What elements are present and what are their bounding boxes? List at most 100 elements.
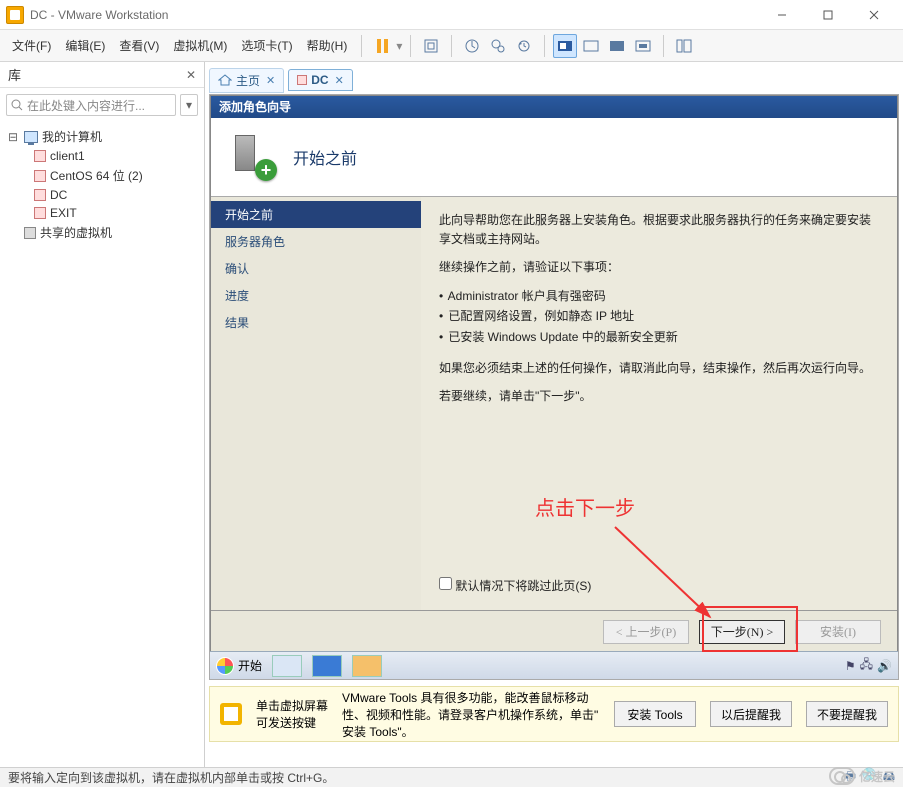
library-title: 库 xyxy=(8,65,21,84)
skip-label: 默认情况下将跳过此页(S) xyxy=(455,579,591,593)
close-button[interactable] xyxy=(851,1,897,29)
menu-vm[interactable]: 虚拟机(M) xyxy=(167,33,233,58)
bullet-1: • Administrator 帐户具有强密码 xyxy=(439,287,879,306)
taskbar-app-server-manager[interactable] xyxy=(272,655,302,677)
view-unity-button[interactable] xyxy=(579,34,603,58)
guest-taskbar[interactable]: 开始 ⚑ 🖧 🔊 xyxy=(210,651,898,679)
tree-item-exit[interactable]: EXIT xyxy=(6,204,198,222)
bullet-3: • 已安装 Windows Update 中的最新安全更新 xyxy=(439,328,879,347)
library-tree: ⊟ 我的计算机 client1 CentOS 64 位 (2) DC EXIT … xyxy=(0,122,204,247)
wizard-banner: + 开始之前 xyxy=(211,118,897,196)
nav-results[interactable]: 结果 xyxy=(211,309,421,336)
menu-tabs[interactable]: 选项卡(T) xyxy=(235,33,298,58)
snapshot-button[interactable] xyxy=(460,34,484,58)
tree-item-centos[interactable]: CentOS 64 位 (2) xyxy=(6,165,198,186)
computer-icon xyxy=(24,131,38,143)
nav-progress[interactable]: 进度 xyxy=(211,282,421,309)
vm-icon xyxy=(34,189,46,201)
drive-icon: 🖴 xyxy=(883,767,895,788)
app-icon xyxy=(6,6,24,24)
tab-dc[interactable]: DC ✕ xyxy=(288,69,353,91)
view-seamless-button[interactable] xyxy=(631,34,655,58)
window-title: DC - VMware Workstation xyxy=(30,8,168,22)
main-area: 主页 ✕ DC ✕ 添加角色向导 + 开始之前 xyxy=(205,62,903,767)
skip-checkbox[interactable] xyxy=(439,577,452,590)
revert-button[interactable] xyxy=(512,34,536,58)
vm-icon xyxy=(34,170,46,182)
view-fullscreen-button[interactable] xyxy=(605,34,629,58)
status-bar: 要将输入定向到该虚拟机，请在虚拟机内部单击或按 Ctrl+G。 🖶 💿 🖴 xyxy=(0,767,903,787)
vm-icon xyxy=(297,75,307,85)
wizard-cancel-note: 如果您必须结束上述的任何操作，请取消此向导，结束操作，然后再次运行向导。 xyxy=(439,359,879,378)
nav-roles[interactable]: 服务器角色 xyxy=(211,228,421,255)
wizard-verify: 继续操作之前，请验证以下事项： xyxy=(439,258,879,277)
tree-my-computer[interactable]: ⊟ 我的计算机 xyxy=(6,126,198,147)
nav-confirm[interactable]: 确认 xyxy=(211,255,421,282)
wizard-content: 此向导帮助您在此服务器上安装角色。根据要求此服务器执行的任务来确定要安装享文档或… xyxy=(421,197,897,610)
vm-icon xyxy=(34,207,46,219)
view-console-button[interactable] xyxy=(553,34,577,58)
printer-icon: 🖶 xyxy=(845,767,856,788)
search-icon xyxy=(11,99,23,111)
tray-flag-icon: ⚑ xyxy=(845,659,856,673)
next-button[interactable]: 下一步(N) > xyxy=(699,620,785,644)
pause-button[interactable] xyxy=(370,34,394,58)
infobar-tip: 单击虚拟屏幕 可发送按键 xyxy=(256,697,328,731)
install-tools-button[interactable]: 安装 Tools xyxy=(614,701,696,727)
install-button: 安装(I) xyxy=(795,620,881,644)
guest-screen[interactable]: 添加角色向导 + 开始之前 开始之前 服务器角色 确认 进度 结果 xyxy=(209,94,899,680)
wizard-nav: 开始之前 服务器角色 确认 进度 结果 xyxy=(211,197,421,610)
menu-file[interactable]: 文件(F) xyxy=(6,33,57,58)
tab-close-icon[interactable]: ✕ xyxy=(266,74,275,87)
vmware-tools-infobar: 单击虚拟屏幕 可发送按键 VMware Tools 具有很多功能，能改善鼠标移动… xyxy=(209,686,899,742)
bullet-2: • 已配置网络设置，例如静态 IP 地址 xyxy=(439,307,879,326)
library-toggle-button[interactable] xyxy=(672,34,696,58)
library-search-input[interactable]: 在此处键入内容进行... xyxy=(6,94,176,116)
taskbar-app-powershell[interactable] xyxy=(312,655,342,677)
start-button[interactable]: 开始 xyxy=(216,657,262,675)
library-sidebar: 库 ✕ 在此处键入内容进行... ▾ ⊟ 我的计算机 client1 CentO… xyxy=(0,62,205,767)
search-dropdown-button[interactable]: ▾ xyxy=(180,94,198,116)
status-text: 要将输入定向到该虚拟机，请在虚拟机内部单击或按 Ctrl+G。 xyxy=(8,769,334,786)
maximize-button[interactable] xyxy=(805,1,851,29)
home-icon xyxy=(218,74,232,86)
disc-icon: 💿 xyxy=(862,767,877,788)
send-ctrl-alt-del-button[interactable] xyxy=(419,34,443,58)
windows-orb-icon xyxy=(216,657,234,675)
wizard-titlebar: 添加角色向导 xyxy=(211,96,897,118)
minimize-button[interactable] xyxy=(759,1,805,29)
snapshot-manager-button[interactable] xyxy=(486,34,510,58)
wizard-footer: < 上一步(P) 下一步(N) > 安装(I) xyxy=(211,610,897,652)
prev-button: < 上一步(P) xyxy=(603,620,689,644)
library-close-button[interactable]: ✕ xyxy=(186,68,196,82)
wizard-heading: 开始之前 xyxy=(293,145,357,169)
tray-network-icon: 🖧 xyxy=(860,655,873,676)
tab-home[interactable]: 主页 ✕ xyxy=(209,68,284,93)
tray[interactable]: ⚑ 🖧 🔊 xyxy=(845,655,892,676)
tab-close-icon[interactable]: ✕ xyxy=(335,74,344,87)
tray-sound-icon: 🔊 xyxy=(877,659,892,673)
wizard-continue-note: 若要继续，请单击"下一步"。 xyxy=(439,387,879,406)
dont-remind-button[interactable]: 不要提醒我 xyxy=(806,701,888,727)
menu-help[interactable]: 帮助(H) xyxy=(301,33,354,58)
remind-later-button[interactable]: 以后提醒我 xyxy=(710,701,792,727)
tree-shared-vms[interactable]: 共享的虚拟机 xyxy=(6,222,198,243)
nav-before[interactable]: 开始之前 xyxy=(211,201,421,228)
infobar-desc: VMware Tools 具有很多功能，能改善鼠标移动 性、视频和性能。请登录客… xyxy=(342,689,600,740)
window-titlebar: DC - VMware Workstation xyxy=(0,0,903,30)
tree-item-client1[interactable]: client1 xyxy=(6,147,198,165)
menu-edit[interactable]: 编辑(E) xyxy=(59,33,111,58)
menu-view[interactable]: 查看(V) xyxy=(113,33,165,58)
tab-bar: 主页 ✕ DC ✕ xyxy=(209,66,899,94)
menu-bar: 文件(F) 编辑(E) 查看(V) 虚拟机(M) 选项卡(T) 帮助(H) ▾ xyxy=(0,30,903,62)
tools-icon xyxy=(220,703,242,725)
tree-item-dc[interactable]: DC xyxy=(6,186,198,204)
shared-icon xyxy=(24,227,36,239)
taskbar-app-explorer[interactable] xyxy=(352,655,382,677)
vm-icon xyxy=(34,150,46,162)
skip-checkbox-row[interactable]: 默认情况下将跳过此页(S) xyxy=(439,577,591,596)
status-icons: 🖶 💿 🖴 xyxy=(845,767,895,788)
wizard-intro: 此向导帮助您在此服务器上安装角色。根据要求此服务器执行的任务来确定要安装享文档或… xyxy=(439,211,879,248)
search-placeholder: 在此处键入内容进行... xyxy=(27,97,145,114)
add-roles-wizard: 添加角色向导 + 开始之前 开始之前 服务器角色 确认 进度 结果 xyxy=(210,95,898,653)
